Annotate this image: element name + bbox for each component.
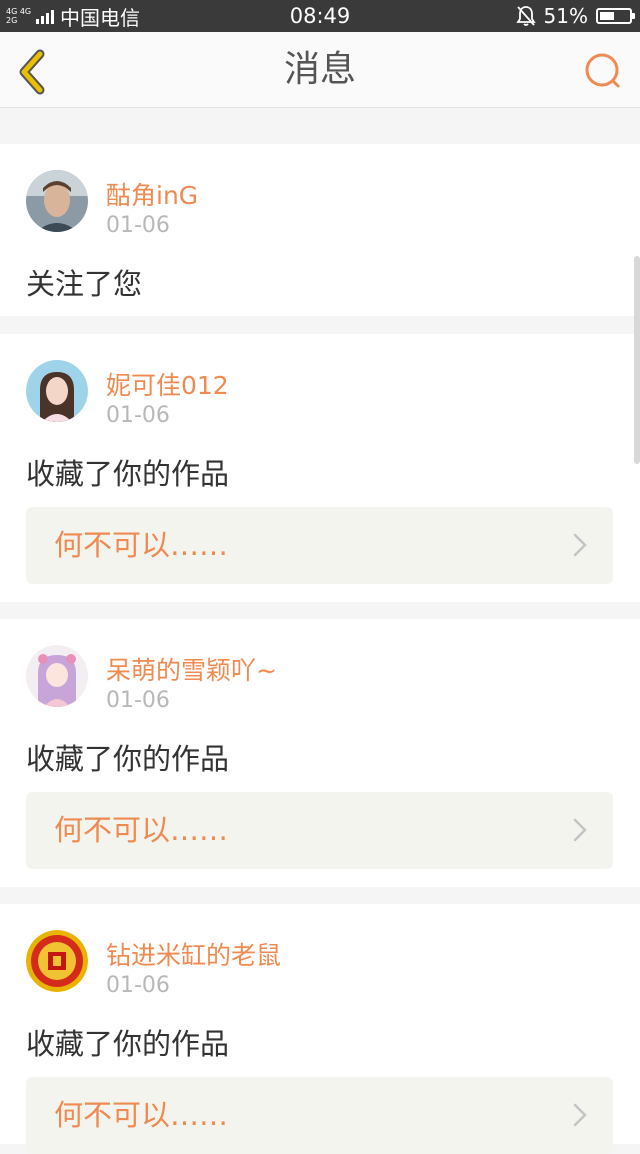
work-link[interactable]: 何不可以…… bbox=[26, 792, 613, 869]
user-name[interactable]: 妮可佳012 bbox=[106, 366, 229, 402]
message-date: 01-06 bbox=[106, 213, 170, 238]
status-right: 51% bbox=[515, 0, 635, 32]
scrollbar[interactable] bbox=[634, 256, 640, 464]
user-name[interactable]: 呆萌的雪颖吖~ bbox=[106, 651, 277, 687]
avatar[interactable] bbox=[26, 930, 88, 992]
bell-muted-icon bbox=[515, 6, 536, 26]
message-action: 收藏了你的作品 bbox=[26, 742, 230, 776]
battery-fill bbox=[600, 12, 614, 20]
chevron-right-icon bbox=[573, 533, 587, 557]
message-date: 01-06 bbox=[106, 688, 170, 713]
chevron-right-icon bbox=[573, 818, 587, 842]
avatar[interactable] bbox=[26, 170, 88, 232]
message-card[interactable]: 酤角inG 01-06 关注了您 bbox=[0, 144, 640, 316]
message-action: 关注了您 bbox=[26, 267, 143, 301]
work-title: 何不可以…… bbox=[54, 528, 229, 562]
search-button[interactable] bbox=[578, 46, 630, 98]
user-name[interactable]: 酤角inG bbox=[106, 176, 198, 212]
work-link[interactable]: 何不可以…… bbox=[26, 507, 613, 584]
search-icon bbox=[585, 53, 620, 88]
message-date: 01-06 bbox=[106, 973, 170, 998]
work-title: 何不可以…… bbox=[54, 813, 229, 847]
battery-percent: 51% bbox=[543, 4, 588, 28]
avatar[interactable] bbox=[26, 645, 88, 707]
chevron-right-icon bbox=[573, 1103, 587, 1127]
message-action: 收藏了你的作品 bbox=[26, 457, 230, 491]
user-name[interactable]: 钻进米缸的老鼠 bbox=[106, 936, 281, 972]
app-header: 消息 bbox=[0, 32, 640, 108]
message-card[interactable]: 呆萌的雪颖吖~ 01-06 收藏了你的作品 何不可以…… bbox=[0, 619, 640, 887]
battery-icon bbox=[596, 8, 635, 24]
message-card[interactable]: 妮可佳012 01-06 收藏了你的作品 何不可以…… bbox=[0, 334, 640, 602]
message-date: 01-06 bbox=[106, 403, 170, 428]
message-card[interactable]: 钻进米缸的老鼠 01-06 收藏了你的作品 何不可以…… bbox=[0, 904, 640, 1154]
work-link[interactable]: 何不可以…… bbox=[26, 1077, 613, 1154]
work-title: 何不可以…… bbox=[54, 1098, 229, 1132]
avatar[interactable] bbox=[26, 360, 88, 422]
message-action: 收藏了你的作品 bbox=[26, 1027, 230, 1061]
status-bar: 4G 4G 2G 中国电信 08:49 51% bbox=[0, 0, 640, 32]
page-title: 消息 bbox=[283, 49, 356, 90]
